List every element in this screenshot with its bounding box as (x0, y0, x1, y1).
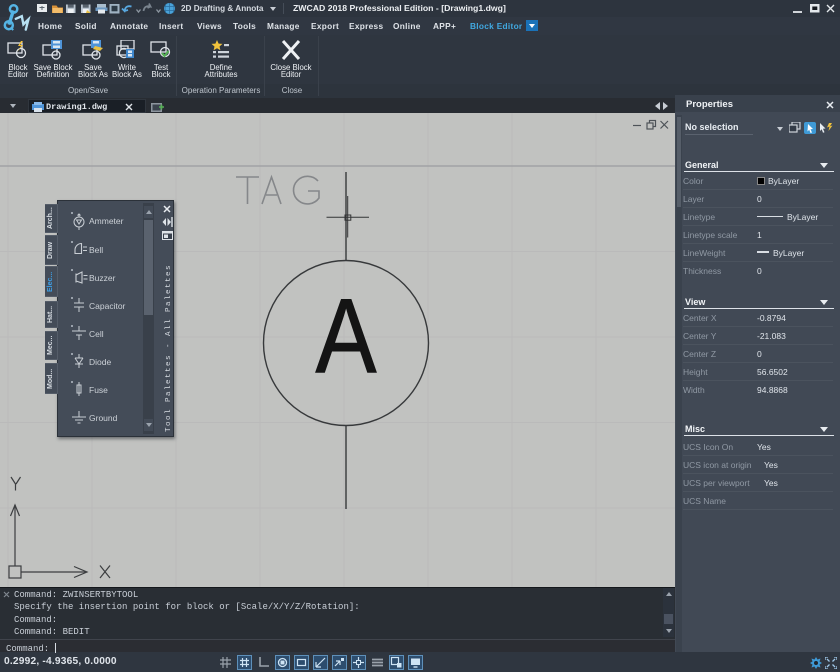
svg-text:Tool Palettes - All Palettes: Tool Palettes - All Palettes (165, 264, 173, 432)
svg-text:A: A (316, 278, 377, 396)
